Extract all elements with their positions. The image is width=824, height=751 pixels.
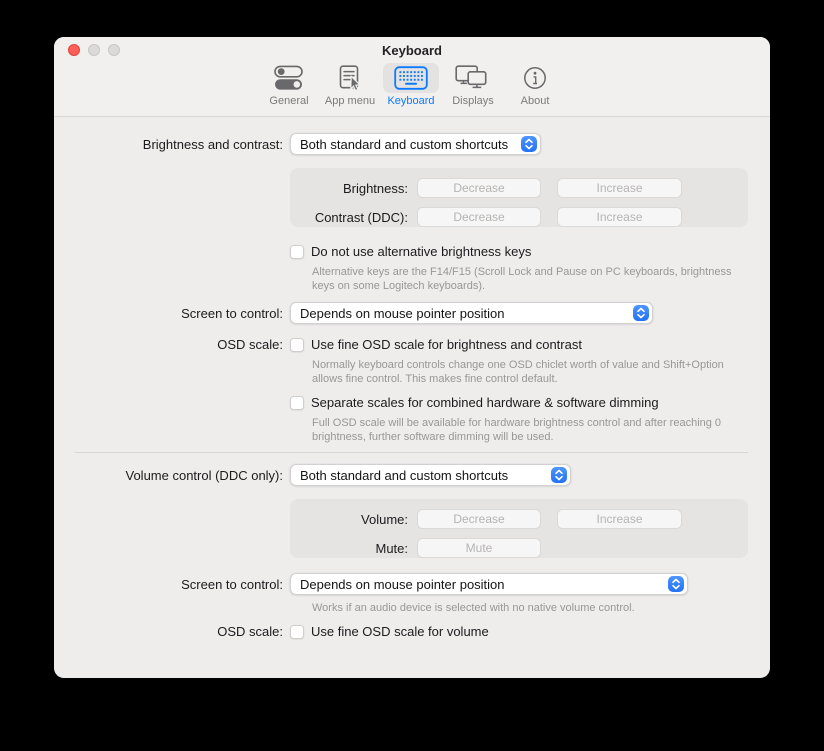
tab-label: General: [269, 95, 308, 107]
preferences-window: Keyboard General: [54, 37, 770, 678]
volume-mode-row: Volume control (DDC only): Both standard…: [54, 464, 748, 486]
brightness-screen-popup[interactable]: Depends on mouse pointer position: [290, 302, 653, 324]
separate-scales-help-text: Full OSD scale will be available for har…: [312, 416, 740, 444]
tab-label: About: [521, 95, 550, 107]
titlebar: Keyboard General: [54, 37, 770, 117]
brightness-osd-row: OSD scale: Use fine OSD scale for bright…: [54, 337, 748, 352]
volume-screen-help-text: Works if an audio device is selected wit…: [312, 601, 740, 615]
tab-label: App menu: [325, 95, 375, 107]
volume-decrease-button[interactable]: Decrease: [417, 509, 541, 529]
tab-label: Keyboard: [387, 95, 434, 107]
volume-screen-popup[interactable]: Depends on mouse pointer position: [290, 573, 688, 595]
tab-displays[interactable]: Displays: [444, 63, 502, 107]
osd-scale-label: OSD scale:: [54, 337, 290, 352]
brightness-mode-label: Brightness and contrast:: [54, 137, 290, 152]
fine-osd-brightness-checkbox[interactable]: [290, 338, 304, 352]
info-icon: [507, 63, 563, 93]
screen-to-control-label: Screen to control:: [54, 577, 290, 592]
contrast-increase-button[interactable]: Increase: [557, 207, 682, 227]
alt-keys-help-text: Alternative keys are the F14/F15 (Scroll…: [312, 265, 740, 293]
volume-osd-row: OSD scale: Use fine OSD scale for volume: [54, 624, 748, 639]
volume-shortcut-row: Volume: Decrease Increase: [290, 509, 748, 529]
volume-shortcuts-groupbox: Volume: Decrease Increase Mute: Mute: [290, 499, 748, 558]
alt-brightness-keys-checkbox[interactable]: [290, 245, 304, 259]
brightness-mode-row: Brightness and contrast: Both standard a…: [54, 133, 748, 155]
brightness-mode-popup[interactable]: Both standard and custom shortcuts: [290, 133, 541, 155]
tab-about[interactable]: About: [507, 63, 563, 107]
volume-mode-popup[interactable]: Both standard and custom shortcuts: [290, 464, 571, 486]
popup-stepper-icon: [521, 136, 537, 152]
window-title: Keyboard: [54, 43, 770, 58]
brightness-shortcut-row: Brightness: Decrease Increase: [290, 178, 748, 198]
tab-general[interactable]: General: [261, 63, 317, 107]
tab-keyboard[interactable]: Keyboard: [383, 63, 439, 107]
brightness-increase-button[interactable]: Increase: [557, 178, 682, 198]
separate-scales-row: Separate scales for combined hardware & …: [290, 395, 748, 410]
separate-scales-checkbox[interactable]: [290, 396, 304, 410]
popup-stepper-icon: [551, 467, 567, 483]
section-divider: [75, 452, 748, 453]
volume-mode-label: Volume control (DDC only):: [54, 468, 290, 483]
screen-to-control-label: Screen to control:: [54, 306, 290, 321]
popup-stepper-icon: [633, 305, 649, 321]
tab-label: Displays: [452, 95, 494, 107]
brightness-screen-row: Screen to control: Depends on mouse poin…: [54, 302, 748, 324]
tab-app-menu[interactable]: App menu: [322, 63, 378, 107]
brightness-decrease-button[interactable]: Decrease: [417, 178, 541, 198]
menu-cursor-icon: [322, 63, 378, 93]
displays-icon: [444, 63, 502, 93]
osd-scale-label: OSD scale:: [54, 624, 290, 639]
fine-osd-help-text: Normally keyboard controls change one OS…: [312, 358, 740, 386]
mute-shortcut-row: Mute: Mute: [290, 538, 748, 558]
toolbar: General App menu: [54, 63, 770, 107]
keyboard-icon: [383, 63, 439, 93]
volume-increase-button[interactable]: Increase: [557, 509, 682, 529]
contrast-decrease-button[interactable]: Decrease: [417, 207, 541, 227]
popup-stepper-icon: [668, 576, 684, 592]
alt-brightness-keys-row: Do not use alternative brightness keys: [290, 244, 748, 259]
volume-screen-row: Screen to control: Depends on mouse poin…: [54, 573, 748, 595]
mute-button[interactable]: Mute: [417, 538, 541, 558]
keyboard-pane: Brightness and contrast: Both standard a…: [54, 117, 770, 639]
contrast-shortcut-row: Contrast (DDC): Decrease Increase: [290, 207, 748, 227]
brightness-shortcuts-groupbox: Brightness: Decrease Increase Contrast (…: [290, 168, 748, 227]
toggles-icon: [261, 63, 317, 93]
fine-osd-volume-checkbox[interactable]: [290, 625, 304, 639]
